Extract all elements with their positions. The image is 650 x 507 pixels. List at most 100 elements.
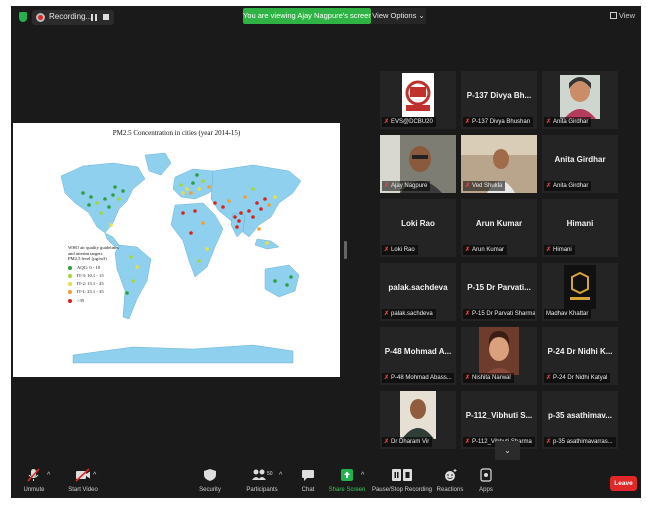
participant-name-label: Madhav Khattar bbox=[544, 309, 592, 319]
legend-swatch bbox=[68, 298, 72, 303]
participant-label-text: P-24 Dr Nidhi Katyal bbox=[553, 375, 608, 381]
participant-name-label: ✗ p-35 asathimavarras... bbox=[544, 437, 616, 447]
pause-stop-recording-button[interactable]: Pause/Stop Recording bbox=[371, 468, 433, 493]
legend-item: IT-3: 10.1 - 15 bbox=[68, 273, 148, 279]
leave-button[interactable]: Leave bbox=[610, 476, 637, 491]
legend-item: IT-1: 25.1 - 35 bbox=[68, 289, 148, 295]
participant-tile[interactable]: ✗ Dr Dharam Vir bbox=[380, 391, 456, 449]
map-legend: WHO air quality guidelines and interim t… bbox=[68, 245, 148, 303]
shared-screen: PM2.5 Concentration in cities (year 2014… bbox=[13, 123, 340, 377]
chevron-down-icon[interactable]: ⌄ bbox=[495, 441, 520, 460]
reactions-label: Reactions bbox=[436, 487, 464, 493]
participant-name-label: ✗ P-137 Divya Bhushan bbox=[463, 117, 534, 127]
participant-name-label: ✗ P-24 Dr Nidhi Katyal bbox=[544, 373, 611, 383]
participant-name-label: ✗ Anita Girdhar bbox=[544, 181, 592, 191]
participant-tile[interactable]: palak.sachdeva ✗ palak.sachdeva bbox=[380, 263, 456, 321]
participant-tile[interactable]: ✗ Ajay Nagpure bbox=[380, 135, 456, 193]
legend-item: AQG: 0 - 10 bbox=[68, 265, 148, 271]
mic-muted-icon: ✗ bbox=[546, 183, 552, 189]
legend-swatch bbox=[68, 282, 72, 287]
mic-muted-icon: ✗ bbox=[546, 119, 552, 125]
audio-options-caret[interactable]: ^ bbox=[47, 472, 50, 479]
participant-name-label: ✗ Dr Dharam Vir bbox=[382, 437, 433, 447]
participant-label-text: Himani bbox=[553, 247, 572, 253]
participant-name-label: ✗ EVS@DCBU20 bbox=[382, 117, 436, 127]
stop-recording-icon[interactable] bbox=[103, 14, 109, 20]
participant-label-text: Dr Dharam Vir bbox=[391, 439, 430, 445]
mic-muted-icon: ✗ bbox=[465, 311, 471, 317]
view-options-button[interactable]: View Options ⌄ bbox=[371, 8, 426, 24]
participant-label-text: p-35 asathimavarras... bbox=[553, 439, 613, 445]
participant-tile[interactable]: ✗ Ved Shukla bbox=[461, 135, 537, 193]
reactions-icon bbox=[445, 469, 457, 481]
apps-button[interactable]: Apps bbox=[473, 468, 499, 493]
participant-display-name: P-24 Dr Nidhi K... bbox=[547, 347, 613, 356]
reactions-button[interactable]: Reactions bbox=[435, 468, 465, 493]
participant-display-name: Loki Rao bbox=[401, 219, 435, 228]
legend-label: IT-2: 15.1 - 25 bbox=[77, 281, 104, 287]
participant-display-name: P-112_Vibhuti S... bbox=[465, 411, 533, 420]
unmute-button[interactable]: Unmute bbox=[17, 468, 51, 493]
participant-label-text: P-48 Mohmad Abass... bbox=[391, 375, 452, 381]
share-options-caret[interactable]: ^ bbox=[361, 472, 364, 479]
unmute-label: Unmute bbox=[23, 487, 45, 493]
participant-label-text: Nishita Narwal bbox=[472, 375, 511, 381]
participant-tile[interactable]: P-48 Mohmad A... ✗ P-48 Mohmad Abass... bbox=[380, 327, 456, 385]
participant-name-label: ✗ Ajay Nagpure bbox=[382, 181, 431, 191]
apps-icon bbox=[480, 468, 492, 482]
participants-options-caret[interactable]: ^ bbox=[279, 472, 282, 479]
mic-muted-icon: ✗ bbox=[546, 375, 552, 381]
chat-button[interactable]: Chat bbox=[295, 468, 321, 493]
recording-label: Recording... bbox=[49, 12, 93, 21]
share-screen-icon bbox=[341, 469, 353, 481]
pause-recording-icon[interactable] bbox=[91, 14, 97, 21]
map-title: PM2.5 Concentration in cities (year 2014… bbox=[112, 129, 241, 137]
participant-tile[interactable]: P-137 Divya Bh... ✗ P-137 Divya Bhushan bbox=[461, 71, 537, 129]
resize-splitter-handle[interactable] bbox=[344, 241, 347, 259]
participant-tile[interactable]: Loki Rao ✗ Loki Rao bbox=[380, 199, 456, 257]
participant-display-name: p-35 asathimav... bbox=[548, 411, 612, 420]
participant-display-name: P-137 Divya Bh... bbox=[466, 91, 532, 100]
participant-tile[interactable]: ✗ Nishita Narwal bbox=[461, 327, 537, 385]
participant-tile[interactable]: ✗ EVS@DCBU20 bbox=[380, 71, 456, 129]
participant-name-label: ✗ Arun Kumar bbox=[463, 245, 508, 255]
participant-label-text: Anita Girdhar bbox=[553, 183, 589, 189]
participant-tile[interactable]: Madhav Khattar bbox=[542, 263, 618, 321]
security-button[interactable]: Security bbox=[193, 468, 227, 493]
participants-icon: 50 bbox=[252, 469, 273, 480]
participant-tile[interactable]: p-35 asathimav... ✗ p-35 asathimavarras... bbox=[542, 391, 618, 449]
legend-label: IT-1: 25.1 - 35 bbox=[77, 289, 104, 295]
participant-tile[interactable]: Anita Girdhar ✗ Anita Girdhar bbox=[542, 135, 618, 193]
apps-label: Apps bbox=[479, 487, 493, 493]
mic-muted-icon: ✗ bbox=[384, 247, 390, 253]
mic-muted-icon: ✗ bbox=[465, 375, 471, 381]
chat-label: Chat bbox=[301, 487, 315, 493]
mic-muted-icon: ✗ bbox=[465, 183, 471, 189]
legend-swatch bbox=[68, 290, 72, 295]
participant-name-label: ✗ Anita Girdhar bbox=[544, 117, 592, 127]
participant-label-text: Madhav Khattar bbox=[546, 311, 589, 317]
participant-label-text: Arun Kumar bbox=[472, 247, 505, 253]
mic-muted-icon: ✗ bbox=[465, 119, 471, 125]
start-video-button[interactable]: Start Video bbox=[59, 468, 107, 493]
participant-label-text: EVS@DCBU20 bbox=[391, 119, 433, 125]
participant-tile[interactable]: P-15 Dr Parvati... ✗ P-15 Dr Parvati Sharm… bbox=[461, 263, 537, 321]
legend-label: >35 bbox=[77, 297, 85, 303]
video-options-caret[interactable]: ^ bbox=[93, 472, 96, 479]
legend-label: IT-3: 10.1 - 15 bbox=[77, 272, 104, 278]
mic-muted-icon: ✗ bbox=[465, 247, 471, 253]
participant-tile[interactable]: Arun Kumar ✗ Arun Kumar bbox=[461, 199, 537, 257]
participant-display-name: Arun Kumar bbox=[475, 219, 523, 228]
legend-label: AQG: 0 - 10 bbox=[77, 264, 101, 270]
security-shield-icon[interactable] bbox=[19, 12, 27, 22]
participant-tile[interactable]: ✗ Anita Girdhar bbox=[542, 71, 618, 129]
mic-muted-icon: ✗ bbox=[384, 311, 390, 317]
participants-label: Participants bbox=[246, 487, 278, 493]
participant-tile[interactable]: Himani ✗ Himani bbox=[542, 199, 618, 257]
participant-name-label: ✗ P-48 Mohmad Abass... bbox=[382, 373, 454, 383]
participant-label-text: Loki Rao bbox=[391, 247, 415, 253]
participant-tile[interactable]: P-24 Dr Nidhi K... ✗ P-24 Dr Nidhi Katyal bbox=[542, 327, 618, 385]
security-shield-icon bbox=[204, 469, 216, 481]
view-button[interactable]: View bbox=[609, 11, 635, 20]
mic-muted-icon: ✗ bbox=[384, 119, 390, 125]
